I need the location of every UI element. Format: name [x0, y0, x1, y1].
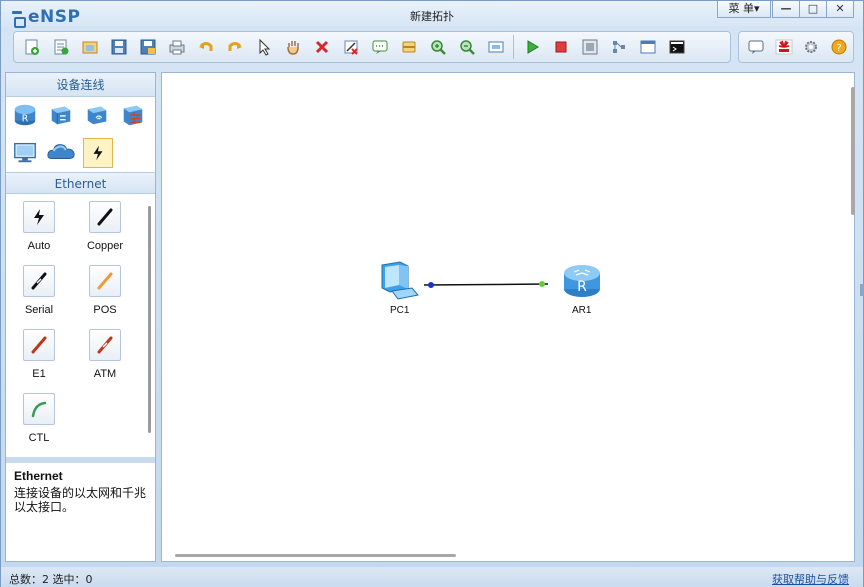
- cable-ctl[interactable]: CTL: [9, 393, 69, 444]
- save-as-icon[interactable]: [133, 33, 162, 61]
- cable-label: Serial: [24, 304, 54, 316]
- text-note-icon[interactable]: [365, 33, 394, 61]
- canvas-horizontal-scrollbar[interactable]: [175, 554, 456, 557]
- help-feedback-link[interactable]: 获取帮助与反馈: [772, 571, 849, 587]
- display-icon[interactable]: [633, 33, 662, 61]
- wlan-icon[interactable]: [82, 100, 112, 130]
- cable-list-scrollbar[interactable]: [148, 206, 151, 433]
- cable-type-header: Ethernet: [6, 172, 155, 194]
- cable-atm[interactable]: ATM: [75, 329, 135, 380]
- toolbar-separator: [513, 35, 514, 59]
- ar1-node: R: [564, 265, 600, 297]
- device-panel-header: 设备连线: [6, 73, 155, 97]
- new-topology-icon[interactable]: [17, 33, 46, 61]
- side-panel-toggle[interactable]: [860, 284, 864, 296]
- cable-label: Auto: [27, 240, 51, 252]
- link-endpoint-ar1: [539, 281, 545, 287]
- huawei-logo-icon[interactable]: [770, 33, 798, 61]
- e1-cable-icon: [23, 329, 55, 361]
- print-icon[interactable]: [162, 33, 191, 61]
- menu-button[interactable]: 菜 单▾: [717, 1, 771, 18]
- cable-list: Auto Copper Serial POS E1 ATM CTL: [6, 194, 155, 444]
- cable-serial[interactable]: Serial: [9, 265, 69, 316]
- undo-icon[interactable]: [191, 33, 220, 61]
- cable-copper[interactable]: Copper: [75, 201, 135, 252]
- zoom-out-icon[interactable]: [452, 33, 481, 61]
- device-category-grid: R: [6, 97, 155, 172]
- description-text: 连接设备的以太网和千兆以太接口。: [14, 486, 147, 514]
- copper-cable-icon: [89, 201, 121, 233]
- palette-icon[interactable]: [394, 33, 423, 61]
- ctl-cable-icon: [23, 393, 55, 425]
- title-bar: eNSP 新建拓扑 菜 单▾ — □ ✕: [1, 1, 863, 31]
- pc-icon[interactable]: [10, 137, 40, 167]
- description-title: Ethernet: [14, 469, 63, 483]
- svg-text:R: R: [577, 279, 587, 295]
- secondary-toolbar: ?: [738, 31, 854, 63]
- start-icon[interactable]: [517, 33, 546, 61]
- description-box: Ethernet 连接设备的以太网和千兆以太接口。: [6, 457, 155, 561]
- svg-text:R: R: [22, 114, 29, 125]
- serial-cable-icon: [23, 265, 55, 297]
- cable-e1[interactable]: E1: [9, 329, 69, 380]
- auto-cable-icon: [23, 201, 55, 233]
- link-pc1-ar1: [423, 283, 549, 286]
- settings-gear-icon[interactable]: [798, 33, 826, 61]
- atm-cable-icon: [89, 329, 121, 361]
- help-icon[interactable]: ?: [825, 33, 853, 61]
- stop-icon[interactable]: [546, 33, 575, 61]
- select-icon[interactable]: [249, 33, 278, 61]
- topology-canvas[interactable]: R PC1 AR1: [161, 72, 855, 562]
- fit-icon[interactable]: [481, 33, 510, 61]
- maximize-button[interactable]: □: [799, 1, 827, 18]
- delete-link-icon[interactable]: [336, 33, 365, 61]
- zoom-in-icon[interactable]: [423, 33, 452, 61]
- node-label-pc1: PC1: [390, 305, 410, 316]
- cable-icon[interactable]: [83, 138, 113, 168]
- node-label-ar1: AR1: [572, 305, 592, 316]
- left-panel: 设备连线 R Ethernet Auto Copper Serial POS E…: [5, 72, 156, 562]
- redo-icon[interactable]: [220, 33, 249, 61]
- capture-icon[interactable]: [575, 33, 604, 61]
- router-icon[interactable]: R: [10, 100, 40, 130]
- topology-icon[interactable]: [604, 33, 633, 61]
- delete-icon[interactable]: [307, 33, 336, 61]
- cloud-icon[interactable]: [46, 137, 76, 167]
- pos-cable-icon: [89, 265, 121, 297]
- close-button[interactable]: ✕: [826, 1, 854, 18]
- minimize-button[interactable]: —: [772, 1, 800, 18]
- new-exam-icon[interactable]: [46, 33, 75, 61]
- cable-label: POS: [93, 304, 117, 316]
- cable-pos[interactable]: POS: [75, 265, 135, 316]
- cable-label: E1: [32, 368, 46, 380]
- chat-icon[interactable]: [742, 33, 770, 61]
- pan-hand-icon[interactable]: [278, 33, 307, 61]
- topology-drawing: R: [381, 261, 600, 300]
- cli-icon[interactable]: [662, 33, 691, 61]
- cable-label: CTL: [28, 432, 50, 444]
- canvas-vertical-scrollbar[interactable]: [851, 87, 855, 215]
- status-bar: 总数：2 选中：0 获取帮助与反馈: [1, 567, 863, 587]
- status-counts: 总数：2 选中：0: [9, 573, 93, 586]
- open-icon[interactable]: [75, 33, 104, 61]
- cable-auto[interactable]: Auto: [9, 201, 69, 252]
- svg-text:?: ?: [836, 43, 841, 54]
- switch-icon[interactable]: [46, 100, 76, 130]
- main-window: eNSP 新建拓扑 菜 单▾ — □ ✕ ? 设备连线 R Ethernet A…: [0, 0, 864, 587]
- cable-label: ATM: [93, 368, 117, 380]
- link-endpoint-pc1: [428, 282, 434, 288]
- save-icon[interactable]: [104, 33, 133, 61]
- main-toolbar: [13, 31, 731, 63]
- cable-label: Copper: [86, 240, 124, 252]
- pc1-node: [381, 261, 419, 300]
- firewall-icon[interactable]: [118, 100, 148, 130]
